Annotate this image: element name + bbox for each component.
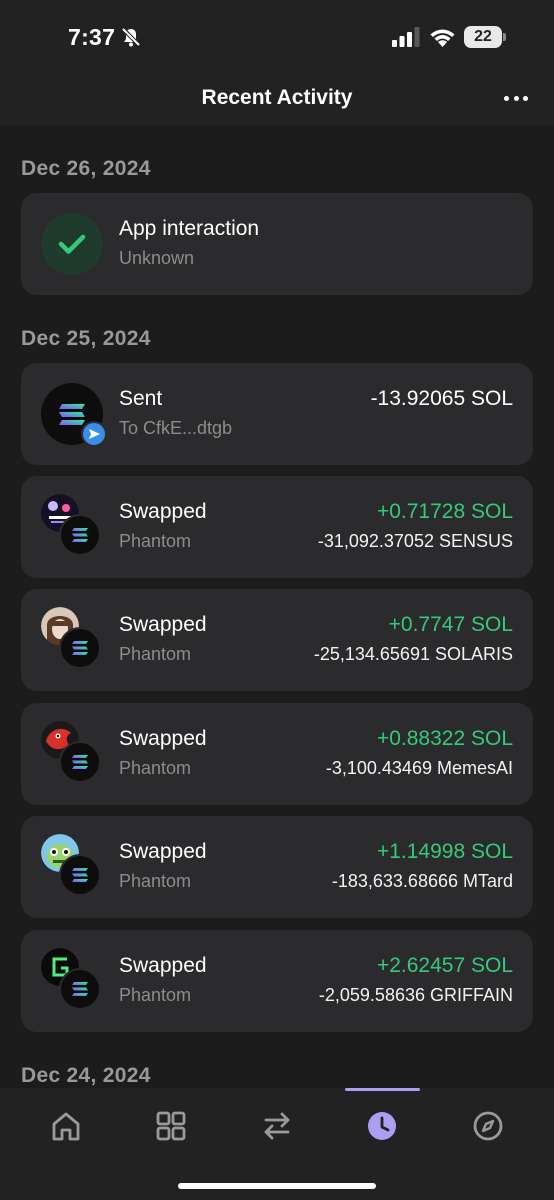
- battery-indicator: 22: [464, 26, 506, 48]
- header: Recent Activity: [0, 68, 554, 126]
- activity-item-swap[interactable]: Swapped Phantom +2.62457 SOL -2,059.5863…: [21, 930, 533, 1032]
- received-amount: +2.62457 SOL: [376, 954, 513, 977]
- activity-subtitle: Phantom: [119, 871, 192, 891]
- activity-item-swap[interactable]: Swapped Phantom +0.7747 SOL -25,134.6569…: [21, 589, 533, 691]
- bell-muted-icon: [121, 27, 141, 47]
- activity-subtitle: Phantom: [119, 985, 192, 1005]
- spent-amount: -25,134.65691 SOLARIS: [313, 644, 513, 664]
- more-dot-icon: [504, 95, 509, 101]
- activity-list[interactable]: Dec 26, 2024 App interaction Unknown Dec…: [0, 126, 554, 1088]
- home-indicator[interactable]: [178, 1183, 376, 1189]
- activity-subtitle: Phantom: [119, 758, 192, 778]
- activity-item-swap[interactable]: Swapped Phantom +0.71728 SOL -31,092.370…: [21, 476, 533, 578]
- activity-subtitle: To CfkE...dtgb: [119, 418, 233, 438]
- activity-item-swap[interactable]: Swapped Phantom +0.88322 SOL -3,100.4346…: [21, 703, 533, 805]
- solana-icon: [59, 627, 101, 669]
- home-icon[interactable]: [46, 1106, 86, 1146]
- spent-amount: -31,092.37052 SENSUS: [317, 531, 513, 551]
- date-header: Dec 24, 2024: [21, 1064, 151, 1087]
- activity-title: Swapped: [119, 727, 207, 750]
- date-header: Dec 26, 2024: [21, 157, 151, 180]
- activity-subtitle: Phantom: [119, 644, 192, 664]
- battery-level: 22: [464, 26, 502, 48]
- wifi-icon: [430, 29, 455, 47]
- solana-icon: [59, 854, 101, 896]
- spent-amount: -2,059.58636 GRIFFAIN: [318, 985, 513, 1005]
- status-time: 7:37: [68, 24, 116, 50]
- received-amount: +0.71728 SOL: [376, 500, 513, 523]
- more-dot-icon: [523, 95, 528, 101]
- received-amount: +0.88322 SOL: [376, 727, 513, 750]
- activity-item-swap[interactable]: Swapped Phantom +1.14998 SOL -183,633.68…: [21, 816, 533, 918]
- check-icon: [41, 213, 103, 275]
- activity-item-app-interaction[interactable]: App interaction Unknown: [21, 193, 533, 295]
- clock-icon[interactable]: [362, 1106, 402, 1146]
- solana-icon: [59, 514, 101, 556]
- more-dot-icon: [513, 95, 519, 101]
- activity-title: Swapped: [119, 840, 207, 863]
- swap-icon[interactable]: [257, 1106, 297, 1146]
- compass-icon[interactable]: [468, 1106, 508, 1146]
- page-title: Recent Activity: [201, 86, 353, 109]
- activity-title: Swapped: [119, 613, 207, 636]
- spent-amount: -3,100.43469 MemesAI: [325, 758, 513, 778]
- activity-title: Sent: [119, 387, 163, 410]
- status-bar: 7:37 22: [0, 0, 554, 68]
- grid-icon[interactable]: [151, 1106, 191, 1146]
- spent-amount: -183,633.68666 MTard: [331, 871, 513, 891]
- received-amount: +0.7747 SOL: [388, 613, 513, 636]
- solana-icon: [59, 968, 101, 1010]
- activity-subtitle: Phantom: [119, 531, 192, 551]
- received-amount: +1.14998 SOL: [376, 840, 513, 863]
- signal-icon: [392, 27, 420, 47]
- activity-title: App interaction: [119, 217, 260, 240]
- activity-title: Swapped: [119, 500, 207, 523]
- battery-tip: [503, 33, 506, 41]
- date-header: Dec 25, 2024: [21, 327, 151, 350]
- activity-subtitle: Unknown: [119, 248, 195, 268]
- activity-item-sent[interactable]: Sent To CfkE...dtgb -13.92065 SOL: [21, 363, 533, 465]
- send-arrow-icon: [81, 421, 107, 447]
- activity-title: Swapped: [119, 954, 207, 977]
- active-tab-indicator: [345, 1088, 420, 1091]
- solana-icon: [59, 741, 101, 783]
- sent-amount: -13.92065 SOL: [370, 387, 513, 410]
- more-options-button[interactable]: [504, 88, 528, 108]
